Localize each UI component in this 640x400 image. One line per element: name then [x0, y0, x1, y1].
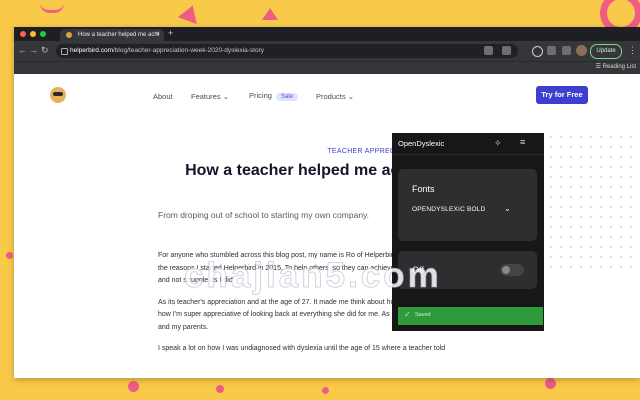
reload-icon[interactable]: ↻	[41, 45, 49, 56]
sale-badge: Sale	[275, 93, 298, 101]
nav-about[interactable]: About	[153, 92, 173, 101]
browser-tab[interactable]: How a teacher helped me achi ×	[60, 29, 164, 41]
chevron-down-icon: ⌄	[347, 92, 354, 101]
lock-icon	[61, 48, 68, 55]
install-icon[interactable]	[484, 46, 493, 55]
saved-toast: ✓ Saved	[398, 307, 543, 325]
title-bar: How a teacher helped me achi × +	[14, 27, 640, 41]
try-for-free-button[interactable]: Try for Free	[536, 86, 588, 104]
menu-icon[interactable]: ≡	[520, 137, 525, 147]
extension-opendyslexic-icon[interactable]	[532, 46, 543, 57]
saved-text: Saved	[415, 312, 431, 318]
decor-dot	[6, 252, 13, 259]
popup-title: OpenDyslexic	[398, 139, 445, 148]
popup-header: OpenDyslexic ✧ ≡	[392, 133, 544, 155]
browser-toolbar: ← → ↻ helperbird.com/blog/teacher-apprec…	[14, 41, 640, 61]
on-off-toggle[interactable]	[500, 264, 524, 276]
url-path: /blog/teacher-appreciation-week-2020-dys…	[113, 47, 265, 54]
owl-favicon-icon	[66, 32, 72, 38]
decor-dot	[216, 385, 224, 393]
fonts-card: Fonts OPENDYSLEXIC BOLD ⌄	[398, 169, 537, 241]
nav-features-label: Features	[191, 92, 221, 101]
browser-window: How a teacher helped me achi × + ← → ↻ h…	[14, 27, 640, 378]
back-arrow-icon[interactable]: ←	[18, 45, 27, 55]
nav-features[interactable]: Features ⌄	[191, 92, 229, 101]
nav-products-label: Products	[316, 92, 346, 101]
nav-pricing-label: Pricing	[249, 91, 272, 100]
chevron-down-icon[interactable]: ⌄	[504, 204, 511, 213]
magic-wand-icon[interactable]: ✧	[494, 138, 502, 149]
article-paragraph: I speak a lot on how I was undiagnosed w…	[158, 345, 446, 352]
reading-list-button[interactable]: ☰ Reading List	[596, 63, 636, 70]
decor-triangle	[262, 8, 278, 20]
decor-triangle	[177, 2, 203, 24]
new-tab-button[interactable]: +	[168, 28, 173, 38]
toggle-knob	[502, 266, 510, 274]
more-menu-icon[interactable]: ⋮	[628, 45, 637, 56]
decor-dot	[545, 378, 556, 389]
web-page: About Features ⌄ Pricing Sale Products ⌄ …	[14, 74, 640, 378]
bookmarks-bar: ☰ Reading List	[14, 61, 640, 74]
article-subtitle: From droping out of school to starting m…	[158, 210, 370, 220]
update-button[interactable]: Update	[590, 44, 622, 59]
profile-avatar[interactable]	[576, 45, 587, 56]
fonts-label: Fonts	[412, 184, 435, 194]
chevron-down-icon: ⌄	[222, 92, 229, 101]
url-host: helperbird.com	[70, 47, 113, 54]
nav-products[interactable]: Products ⌄	[316, 92, 354, 101]
tab-close-icon[interactable]: ×	[156, 29, 160, 41]
tab-title: How a teacher helped me achi	[78, 32, 160, 38]
media-icon[interactable]	[562, 46, 571, 55]
decor-dot	[128, 381, 139, 392]
maximize-window-button[interactable]	[40, 31, 46, 37]
check-icon: ✓	[404, 310, 411, 319]
window-controls	[20, 31, 46, 37]
decor-squiggle	[40, 2, 64, 13]
watermark-text: chajian5.com	[184, 256, 442, 296]
forward-arrow-icon[interactable]: →	[29, 45, 38, 55]
helperbird-logo[interactable]	[50, 87, 66, 103]
address-bar[interactable]: helperbird.com/blog/teacher-appreciation…	[56, 44, 518, 58]
puzzle-extensions-icon[interactable]	[547, 46, 556, 55]
bookmark-star-icon[interactable]	[502, 46, 511, 55]
nav-pricing[interactable]: Pricing Sale	[249, 91, 298, 101]
minimize-window-button[interactable]	[30, 31, 36, 37]
opendyslexic-popup: OpenDyslexic ✧ ≡ Fonts OPENDYSLEXIC BOLD…	[392, 133, 544, 331]
close-window-button[interactable]	[20, 31, 26, 37]
reading-list-label: Reading List	[602, 64, 636, 70]
decor-dot	[322, 387, 329, 394]
